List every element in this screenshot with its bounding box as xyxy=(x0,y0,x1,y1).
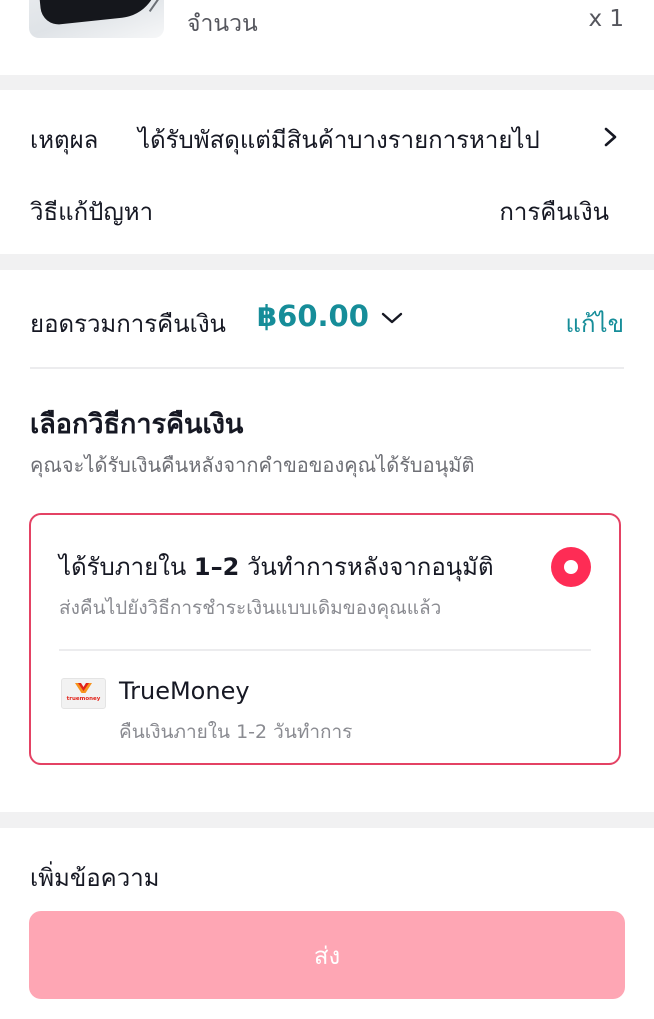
refund-total-amount[interactable]: ฿60.00 xyxy=(257,299,369,333)
quantity-value: x 1 xyxy=(588,6,624,32)
add-message-field[interactable]: เพิ่มข้อความ xyxy=(30,858,160,897)
divider xyxy=(30,367,624,369)
solution-value: การคืนเงิน xyxy=(499,198,609,226)
refund-method-subtitle: คุณจะได้รับเงินคืนหลังจากคำขอของคุณได้รั… xyxy=(30,453,475,477)
submit-button[interactable]: ส่ง xyxy=(29,911,625,999)
refund-option-title: ได้รับภายใน 1–2 วันทำการหลังจากอนุมัติ xyxy=(59,547,494,586)
product-image-hanger xyxy=(148,0,164,13)
chevron-down-icon[interactable] xyxy=(380,310,404,326)
product-image-garment xyxy=(36,0,162,27)
truemoney-logo-text: truemoney xyxy=(67,696,101,702)
refund-total-label: ยอดรวมการคืนเงิน xyxy=(30,310,226,338)
refund-option-title-days: 1–2 xyxy=(193,553,240,581)
solution-label: วิธีแก้ปัญหา xyxy=(30,198,154,226)
reason-section: เหตุผล ได้รับพัสดุแต่มีสินค้าบางรายการหา… xyxy=(0,90,654,254)
edit-link[interactable]: แก้ไข xyxy=(566,304,624,343)
chevron-right-icon[interactable] xyxy=(600,126,620,148)
wallet-name: TrueMoney xyxy=(119,677,250,705)
reason-value[interactable]: ได้รับพัสดุแต่มีสินค้าบางรายการหายไป xyxy=(138,120,540,159)
refund-option-subtitle: ส่งคืนไปยังวิธีการชำระเงินแบบเดิมของคุณแ… xyxy=(59,597,442,619)
option-divider xyxy=(59,649,591,651)
radio-selected-icon[interactable] xyxy=(551,547,591,587)
reason-label: เหตุผล xyxy=(30,126,99,154)
product-thumbnail xyxy=(29,0,164,38)
refund-option-card[interactable]: ได้รับภายใน 1–2 วันทำการหลังจากอนุมัติ ส… xyxy=(29,513,621,765)
refund-method-title: เลือกวิธีการคืนเงิน xyxy=(30,409,244,440)
quantity-label: จำนวน xyxy=(187,11,258,37)
refund-option-title-prefix: ได้รับภายใน xyxy=(59,553,194,581)
truemoney-logo-icon: truemoney xyxy=(61,678,106,709)
product-section: จำนวน x 1 xyxy=(0,0,654,75)
refund-section: ยอดรวมการคืนเงิน ฿60.00 แก้ไข เลือกวิธีก… xyxy=(0,270,654,812)
wallet-refund-note: คืนเงินภายใน 1-2 วันทำการ xyxy=(119,721,353,743)
message-section: เพิ่มข้อความ ส่ง xyxy=(0,828,654,1019)
refund-option-title-suffix: วันทำการหลังจากอนุมัติ xyxy=(239,553,494,581)
